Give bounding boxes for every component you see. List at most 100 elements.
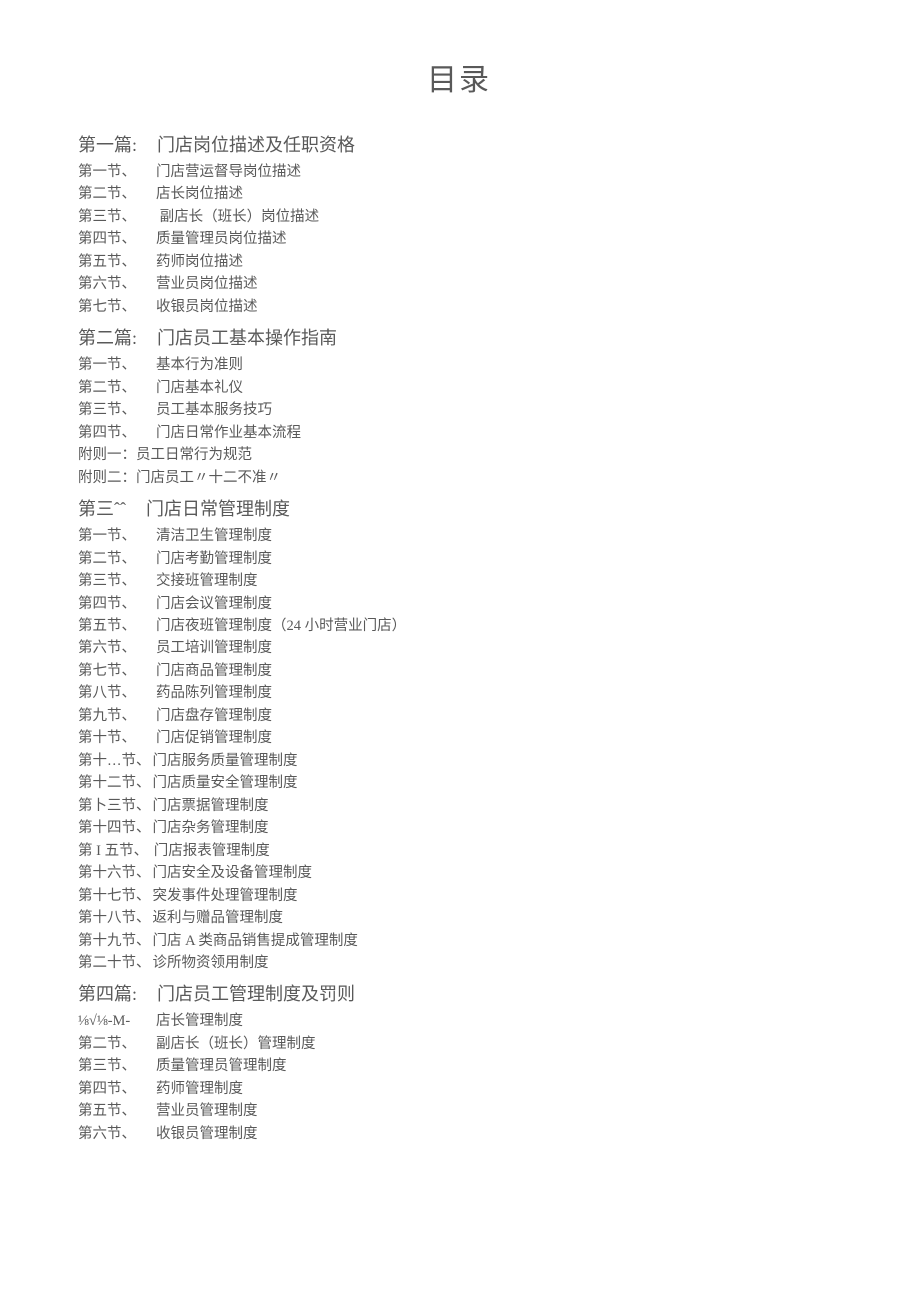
section-row: ⅛√⅛-M- 店长管理制度 [78,1010,840,1032]
section-title: 诊所物资领用制度 [153,955,269,971]
section-row: 第二节、店长岗位描述 [78,183,840,205]
section-title: 门店日常作业基本流程 [156,425,301,441]
section-label: 第五节、 [78,251,142,273]
section-row: 第五节、营业员管理制度 [78,1100,840,1122]
section-row: 第三节、员工基本服务技巧 [78,399,840,421]
section-label: 第卜三节、 [78,795,151,817]
toc-title: 目录 [78,55,840,99]
section-label: 第十…节、 [78,750,151,772]
chapter-title: 门店员工管理制度及罚则 [157,984,355,1004]
section-label: ⅛√⅛-M- [78,1010,142,1032]
section-row: 第十七节、突发事件处理管理制度 [78,885,840,907]
section-label: 第四节、 [78,228,142,250]
section-title: 员工培训管理制度 [156,640,272,656]
section-label: 第十四节、 [78,817,151,839]
section-row: 第五节、门店夜班管理制度（24 小时营业门店） [78,615,840,637]
section-title: 突发事件处理管理制度 [153,888,298,904]
section-title: 店长岗位描述 [156,186,243,202]
chapter-title: 门店员工基本操作指南 [157,328,337,348]
section-label: 第一节、 [78,354,142,376]
section-label: 第十六节、 [78,862,151,884]
section-title: 副店长（班长）岗位描述 [156,209,319,225]
section-row: 第六节、营业员岗位描述 [78,273,840,295]
section-title: 收银员岗位描述 [156,299,258,315]
section-row: 第三节、质量管理员管理制度 [78,1055,840,1077]
chapter-heading: 第一篇:门店岗位描述及任职资格 [78,131,840,157]
section-row: 第六节、员工培训管理制度 [78,637,840,659]
section-title: 门店 A 类商品销售提成管理制度 [153,933,358,949]
section-label: 第六节、 [78,1123,142,1145]
section-row: 第三节、交接班管理制度 [78,570,840,592]
section-label: 第五节、 [78,1100,142,1122]
section-row: 第一节、清洁卫生管理制度 [78,525,840,547]
section-title: 门店商品管理制度 [156,663,272,679]
section-label: 第三节、 [78,570,142,592]
chapter-title: 门店日常管理制度 [146,499,290,519]
chapter-heading: 第三ˆˆ 门店日常管理制度 [78,495,840,521]
section-row: 第二节、门店基本礼仪 [78,377,840,399]
section-row: 第二节、门店考勤管理制度 [78,548,840,570]
chapter-label: 第一篇: [78,131,137,157]
chapter-label: 第三ˆˆ [78,495,126,521]
section-row: 第十四节、门店杂务管理制度 [78,817,840,839]
section-label: 第二十节、 [78,952,151,974]
chapter-heading: 第二篇: 门店员工基本操作指南 [78,324,840,350]
section-label: 第四节、 [78,422,142,444]
section-label: 第十九节、 [78,930,151,952]
section-title: 门店营运督导岗位描述 [156,164,301,180]
section-row: 第四节、门店会议管理制度 [78,593,840,615]
section-label: 第九节、 [78,705,142,727]
section-title: 店长管理制度 [156,1013,243,1029]
section-title: 药品陈列管理制度 [156,685,272,701]
section-row: 第十…节、门店服务质量管理制度 [78,750,840,772]
section-label: 第二节、 [78,1033,142,1055]
section-label: 第十八节、 [78,907,151,929]
section-label: 第一节、 [78,525,142,547]
section-title: 药师岗位描述 [156,254,243,270]
section-row: 第八节、药品陈列管理制度 [78,682,840,704]
section-title: 门店夜班管理制度（24 小时营业门店） [156,618,406,634]
section-title: 员工基本服务技巧 [156,402,272,418]
section-title: 门店质量安全管理制度 [153,775,298,791]
section-title: 门店报表管理制度 [150,843,270,859]
section-label: 第 I 五节、 [78,840,148,862]
section-title: 质量管理员岗位描述 [156,231,287,247]
section-title: 门店安全及设备管理制度 [153,865,313,881]
section-title: 门店基本礼仪 [156,380,243,396]
chapter-heading: 第四篇: 门店员工管理制度及罚则 [78,980,840,1006]
section-row: 第二十节、诊所物资领用制度 [78,952,840,974]
section-title: 药师管理制度 [156,1081,243,1097]
appendix-row: 附则二：门店员工〃十二不准〃 [78,467,840,489]
section-label: 第六节、 [78,273,142,295]
chapter-label: 第四篇: [78,980,137,1006]
section-row: 第十节、门店促销管理制度 [78,727,840,749]
section-row: 第四节、门店日常作业基本流程 [78,422,840,444]
section-title: 门店盘存管理制度 [156,708,272,724]
section-label: 第四节、 [78,1078,142,1100]
section-title: 营业员管理制度 [156,1103,258,1119]
section-row: 第九节、门店盘存管理制度 [78,705,840,727]
section-title: 门店促销管理制度 [156,730,272,746]
section-title: 门店会议管理制度 [156,596,272,612]
section-row: 第七节、门店商品管理制度 [78,660,840,682]
section-title: 基本行为准则 [156,357,243,373]
section-row: 第六节、收银员管理制度 [78,1123,840,1145]
section-title: 营业员岗位描述 [156,276,258,292]
section-row: 第十六节、门店安全及设备管理制度 [78,862,840,884]
section-label: 第三节、 [78,206,142,228]
section-label: 第十二节、 [78,772,151,794]
section-row: 第五节、药师岗位描述 [78,251,840,273]
appendix-row: 附则一：员工日常行为规范 [78,444,840,466]
chapter-label: 第二篇: [78,324,137,350]
section-row: 第二节、副店长（班长）管理制度 [78,1033,840,1055]
toc-body: 第一篇:门店岗位描述及任职资格第一节、门店营运督导岗位描述第二节、店长岗位描述第… [78,131,840,1145]
section-title: 副店长（班长）管理制度 [156,1036,316,1052]
section-label: 第五节、 [78,615,142,637]
section-label: 第六节、 [78,637,142,659]
section-label: 第二节、 [78,183,142,205]
section-label: 第七节、 [78,296,142,318]
section-title: 返利与赠品管理制度 [153,910,284,926]
section-row: 第卜三节、门店票据管理制度 [78,795,840,817]
section-row: 第十二节、门店质量安全管理制度 [78,772,840,794]
section-label: 第一节、 [78,161,142,183]
